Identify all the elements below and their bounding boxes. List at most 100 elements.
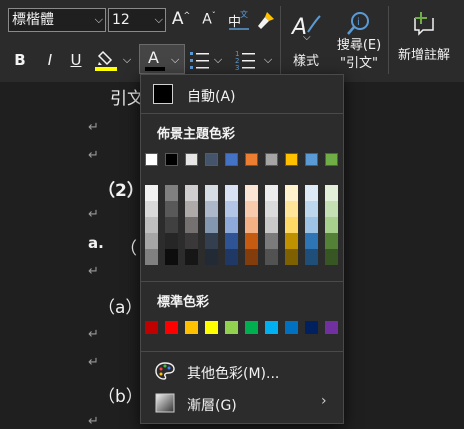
standard-color-swatch[interactable] [165, 321, 178, 334]
automatic-color-item[interactable]: 自動(A) [141, 79, 343, 109]
theme-shade-swatch[interactable] [145, 217, 158, 233]
theme-shade-swatch[interactable] [185, 233, 198, 249]
standard-color-swatch[interactable] [145, 321, 158, 334]
theme-shade-swatch[interactable] [305, 233, 318, 249]
underline-button[interactable]: U [67, 51, 85, 69]
standard-color-swatch[interactable] [205, 321, 218, 334]
standard-color-swatch[interactable] [245, 321, 258, 334]
theme-shade-swatch[interactable] [305, 201, 318, 217]
theme-color-swatch[interactable] [205, 153, 218, 166]
menu-divider [141, 281, 343, 282]
theme-shade-swatch[interactable] [205, 185, 218, 201]
more-colors-item[interactable]: 其他色彩(M)... [141, 357, 343, 385]
theme-shade-swatch[interactable] [285, 185, 298, 201]
automatic-color-label: 自動(A) [187, 89, 236, 105]
theme-color-swatch[interactable] [165, 153, 178, 166]
theme-shade-swatch[interactable] [245, 249, 258, 265]
highlight-button[interactable] [95, 48, 119, 74]
bullets-button[interactable] [189, 48, 211, 72]
grow-font-icon: A [171, 9, 184, 29]
theme-shade-swatch[interactable] [185, 249, 198, 265]
theme-shade-swatch[interactable] [285, 249, 298, 265]
theme-shade-swatch[interactable] [205, 201, 218, 217]
theme-shade-swatch[interactable] [145, 233, 158, 249]
new-comment-button[interactable]: 新增註解 [392, 6, 456, 76]
font-size-select[interactable]: 12 ⌵ [108, 8, 166, 32]
theme-shade-swatch[interactable] [165, 233, 178, 249]
doc-text-line: 引文 [110, 89, 144, 109]
theme-shade-swatch[interactable] [285, 201, 298, 217]
standard-color-swatch[interactable] [305, 321, 318, 334]
theme-shade-swatch[interactable] [305, 217, 318, 233]
highlight-dropdown[interactable]: ⌵ [121, 53, 133, 67]
theme-color-swatch[interactable] [185, 153, 198, 166]
theme-shade-swatch[interactable] [185, 201, 198, 217]
theme-shade-swatch[interactable] [245, 185, 258, 201]
theme-shade-swatch[interactable] [225, 249, 238, 265]
standard-color-swatch[interactable] [225, 321, 238, 334]
theme-shade-swatch[interactable] [245, 201, 258, 217]
theme-shade-swatch[interactable] [265, 185, 278, 201]
numbering-button[interactable]: 123 [235, 48, 257, 72]
standard-color-swatch[interactable] [325, 321, 338, 334]
theme-color-swatch[interactable] [245, 153, 258, 166]
theme-shade-swatch[interactable] [265, 233, 278, 249]
search-citation-button[interactable]: i 搜尋(E) "引文" [332, 6, 386, 78]
theme-shade-swatch[interactable] [145, 201, 158, 217]
theme-shade-swatch[interactable] [305, 185, 318, 201]
numbering-dropdown[interactable]: ⌵ [262, 53, 274, 67]
theme-color-swatch[interactable] [145, 153, 158, 166]
theme-shade-swatch[interactable] [265, 249, 278, 265]
theme-shade-swatch[interactable] [205, 217, 218, 233]
font-color-button[interactable]: A ⌵ [139, 44, 185, 74]
theme-shade-swatch[interactable] [325, 185, 338, 201]
standard-color-swatch[interactable] [185, 321, 198, 334]
theme-shade-swatch[interactable] [245, 217, 258, 233]
doc-list-item: （b） [98, 387, 143, 407]
theme-shade-swatch[interactable] [145, 185, 158, 201]
standard-color-swatch[interactable] [285, 321, 298, 334]
chevron-down-icon: ⌵ [122, 53, 132, 66]
grow-font-button[interactable]: A^ [171, 9, 191, 29]
theme-shade-swatch[interactable] [165, 249, 178, 265]
theme-color-swatch[interactable] [325, 153, 338, 166]
styles-button[interactable]: A ⌵ 樣式 [284, 6, 328, 76]
doc-text-fragment: （ [120, 239, 137, 259]
theme-shade-swatch[interactable] [325, 201, 338, 217]
theme-shade-swatch[interactable] [325, 233, 338, 249]
theme-color-swatch[interactable] [265, 153, 278, 166]
theme-shade-swatch[interactable] [165, 201, 178, 217]
theme-shade-swatch[interactable] [245, 233, 258, 249]
phonetic-guide-button[interactable]: 中文 [227, 9, 251, 31]
italic-button[interactable]: I [41, 51, 59, 69]
theme-color-swatch[interactable] [305, 153, 318, 166]
theme-shade-swatch[interactable] [285, 217, 298, 233]
theme-shade-swatch[interactable] [325, 217, 338, 233]
format-painter-button[interactable] [255, 9, 277, 31]
theme-shade-swatch[interactable] [225, 185, 238, 201]
bullets-dropdown[interactable]: ⌵ [212, 53, 224, 67]
theme-shade-swatch[interactable] [205, 249, 218, 265]
theme-shade-swatch[interactable] [225, 201, 238, 217]
theme-shade-swatch[interactable] [325, 249, 338, 265]
theme-shade-swatch[interactable] [225, 233, 238, 249]
theme-shade-swatch[interactable] [165, 217, 178, 233]
theme-shade-swatch[interactable] [285, 233, 298, 249]
theme-color-swatch[interactable] [225, 153, 238, 166]
theme-shade-swatch[interactable] [225, 217, 238, 233]
theme-shade-swatch[interactable] [305, 249, 318, 265]
theme-shade-swatch[interactable] [165, 185, 178, 201]
theme-shade-swatch[interactable] [205, 233, 218, 249]
theme-shade-swatch[interactable] [265, 217, 278, 233]
bold-button[interactable]: B [11, 51, 29, 69]
theme-shade-swatch[interactable] [185, 185, 198, 201]
search-icon: i [347, 12, 369, 35]
theme-shade-swatch[interactable] [185, 217, 198, 233]
font-name-select[interactable]: 標楷體 ⌵ [8, 8, 106, 32]
theme-shade-swatch[interactable] [145, 249, 158, 265]
theme-shade-swatch[interactable] [265, 201, 278, 217]
shrink-font-button[interactable]: Aˇ [199, 11, 219, 28]
standard-color-swatch[interactable] [265, 321, 278, 334]
gradient-item[interactable]: 漸層(G) › [141, 389, 343, 417]
theme-color-swatch[interactable] [285, 153, 298, 166]
